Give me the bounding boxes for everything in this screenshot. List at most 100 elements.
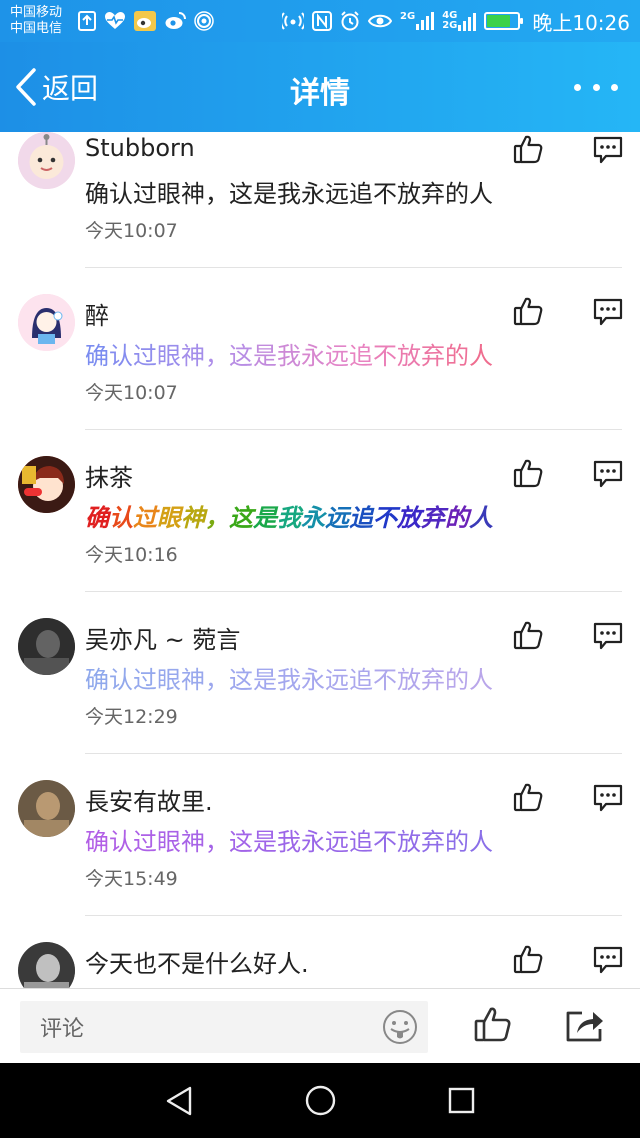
comment-char: 永 [301, 503, 325, 532]
header: 返回 详情 [0, 42, 640, 132]
status-icons-left [78, 11, 214, 31]
comment-char: 神 [181, 666, 205, 694]
thumbs-up-icon[interactable] [513, 944, 543, 974]
avatar[interactable] [18, 942, 75, 988]
nav-home-icon[interactable] [305, 1085, 336, 1116]
comment-char: ， [205, 503, 229, 532]
divider [85, 753, 622, 754]
signal-icon: 2G [400, 11, 435, 30]
carrier-1: 中国移动 [10, 5, 63, 20]
thumbs-up-icon[interactable] [513, 620, 543, 650]
comment-char: 不 [373, 342, 397, 370]
thumbs-up-icon[interactable] [474, 1005, 512, 1043]
thumbs-up-icon[interactable] [513, 134, 543, 164]
comment-username[interactable]: 抹茶 [85, 458, 133, 493]
comment-char: 眼 [157, 828, 181, 856]
comment-text: 确认过眼神，这是我永远追不放弃的人 [85, 498, 493, 533]
comment-char: ， [205, 342, 229, 370]
comment-text: 确认过眼神，这是我永远追不放弃的人 [85, 660, 493, 695]
comment-username[interactable]: 今天也不是什么好人. [85, 944, 309, 979]
signal-label-1: 2G [400, 11, 416, 22]
comment-char: 过 [133, 666, 157, 694]
comment-char: 追 [349, 828, 373, 856]
comment-char: 神 [181, 828, 205, 856]
comment-time: 今天12:29 [85, 706, 178, 728]
comment-char: ， [205, 828, 229, 856]
comment-char: 追 [349, 503, 373, 532]
comment-item[interactable]: 醉确认过眼神，这是我永远追不放弃的人 今天10:07 [0, 286, 640, 448]
hotspot-icon [194, 11, 214, 31]
comment-char: 是 [253, 666, 277, 694]
comment-list-inner: Stubborn 确认过眼神，这是我永远追不放弃的人 今天10:07 醉确认过眼神，这… [0, 132, 640, 988]
reply-icon[interactable] [593, 946, 623, 974]
comment-char: 不 [373, 666, 397, 694]
comment-placeholder: 评论 [40, 1017, 85, 1042]
comment-char: 弃 [421, 666, 445, 694]
reply-icon[interactable] [593, 460, 623, 488]
comment-item[interactable]: 吴亦凡 ~ 菀言确认过眼神，这是我永远追不放弃的人今天12:29 [0, 610, 640, 772]
nav-back-icon[interactable] [164, 1085, 194, 1117]
comment-username[interactable]: 吴亦凡 ~ 菀言 [85, 620, 240, 655]
weibo-icon [165, 12, 186, 29]
comment-input[interactable]: 评论 [20, 1001, 428, 1053]
comment-char: 不 [373, 503, 397, 532]
bottom-bar: 评论 [0, 988, 640, 1063]
comment-item[interactable]: Stubborn 确认过眼神，这是我永远追不放弃的人 今天10:07 [0, 132, 640, 286]
comment-char: 过 [133, 828, 157, 856]
comment-char: 确 [85, 666, 109, 694]
comment-char: 放 [397, 666, 421, 694]
comment-char: 的 [445, 503, 469, 532]
wireless-icon [282, 12, 305, 30]
comment-char: 眼 [157, 342, 181, 370]
emoji-icon[interactable] [382, 1009, 418, 1045]
comment-char: 神 [181, 503, 205, 532]
eye-icon [368, 14, 393, 28]
battery-icon [484, 12, 524, 30]
avatar[interactable] [18, 618, 75, 675]
comment-item[interactable]: 抹茶确认过眼神，这是我永远追不放弃的人今天10:16 [0, 448, 640, 610]
comment-char: 确 [85, 828, 109, 856]
comment-char: 追 [349, 666, 373, 694]
reply-icon[interactable] [593, 622, 623, 650]
upload-icon [78, 11, 96, 31]
comment-time: 今天10:07 [85, 220, 178, 242]
thumbs-up-icon[interactable] [513, 296, 543, 326]
thumbs-up-icon[interactable] [513, 458, 543, 488]
comment-username[interactable]: Stubborn [85, 134, 195, 162]
carrier-2: 中国电信 [10, 21, 63, 36]
comment-username[interactable]: 長安有故里. [85, 782, 213, 817]
comment-char: 我 [277, 666, 301, 694]
comment-item[interactable]: 今天也不是什么好人. [0, 934, 640, 988]
avatar[interactable] [18, 456, 75, 513]
comment-time: 今天15:49 [85, 868, 178, 890]
nav-recent-icon[interactable] [448, 1087, 475, 1114]
comment-char: 这 [229, 342, 253, 370]
more-icon[interactable] [574, 72, 618, 102]
comment-char: 我 [277, 342, 301, 370]
share-icon[interactable] [565, 1007, 605, 1043]
carrier-info: 中国移动 中国电信 [10, 5, 72, 37]
comment-char: 是 [253, 503, 277, 532]
reply-icon[interactable] [593, 784, 623, 812]
comment-char: 的 [445, 342, 469, 370]
comment-char: 这 [229, 666, 253, 694]
comment-item[interactable]: 長安有故里. 确认过眼神，这是我永远追不放弃的人 今天15:49 [0, 772, 640, 934]
avatar[interactable] [18, 132, 75, 189]
android-nav-bar [0, 1063, 640, 1138]
avatar[interactable] [18, 780, 75, 837]
thumbs-up-icon[interactable] [513, 782, 543, 812]
comment-char: 人 [469, 666, 493, 694]
comment-time: 今天10:16 [85, 544, 178, 566]
comment-char: 这 [229, 828, 253, 856]
avatar[interactable] [18, 294, 75, 351]
reply-icon[interactable] [593, 298, 623, 326]
comment-list[interactable]: Stubborn 确认过眼神，这是我永远追不放弃的人 今天10:07 醉确认过眼神，这… [0, 132, 640, 988]
status-time: 晚上10:26 [532, 10, 630, 35]
battery-level [487, 15, 510, 27]
alarm-icon [341, 11, 359, 31]
comment-username[interactable]: 醉 [85, 296, 109, 331]
comment-char: 远 [325, 503, 349, 532]
comment-char: 眼 [157, 503, 181, 532]
comment-char: 永 [301, 342, 325, 370]
reply-icon[interactable] [593, 136, 623, 164]
